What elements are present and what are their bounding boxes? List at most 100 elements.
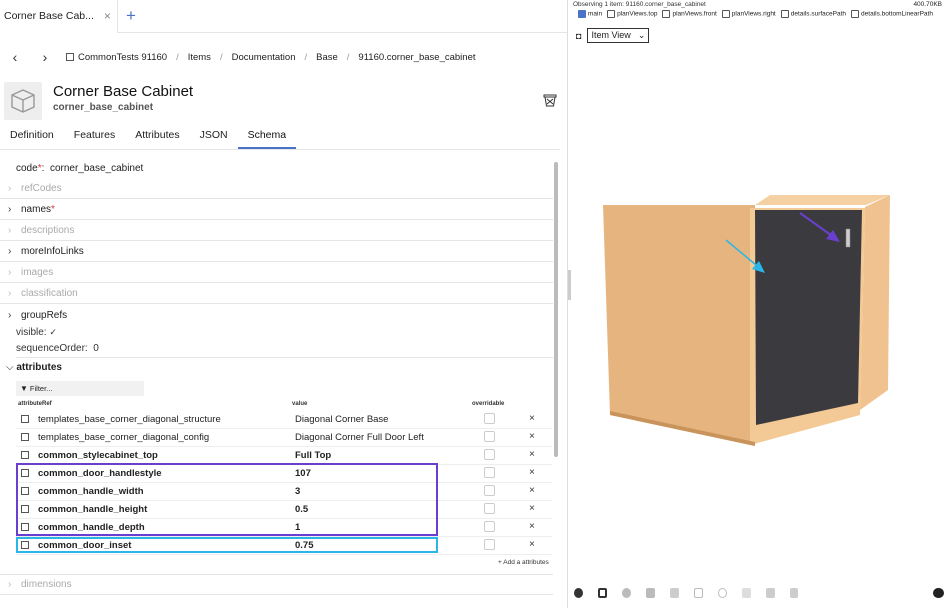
external-link-icon[interactable] [21,451,29,459]
chevron-down-icon: ⌵ [6,362,14,373]
breadcrumb-current: 91160.corner_base_cabinet [358,51,476,63]
section-moreinfolinks[interactable]: › moreInfoLinks [0,241,553,262]
layer-checkbox-planviews-top[interactable]: planViews.top [602,10,657,18]
section-refcodes[interactable]: › refCodes [0,178,553,199]
layer-checkbox-details-surfacepath[interactable]: details.surfacePath [776,10,846,18]
item-tabs: Definition Features Attributes JSON Sche… [0,124,560,150]
add-tab-icon[interactable]: + [126,6,136,26]
tree-icon[interactable] [765,588,775,598]
checkbox-icon [851,10,860,18]
forward-icon[interactable]: › [30,49,60,65]
scrollbar[interactable] [554,162,558,457]
brush-icon[interactable] [669,588,679,598]
breadcrumb: ‹ › CommonTests 91160 / Items / Document… [0,48,476,66]
overridable-checkbox[interactable] [484,521,495,532]
chevron-right-icon: › [8,203,12,215]
sequence-order-value[interactable]: 0 [93,343,99,354]
section-classification[interactable]: › classification [0,283,553,304]
attribute-value[interactable]: Diagonal Corner Full Door Left [295,432,424,443]
cabinet-3d-view[interactable] [570,170,946,530]
section-names[interactable]: › names * [0,199,553,220]
remove-attribute-icon[interactable]: × [529,413,535,424]
image-icon[interactable] [789,588,799,598]
sphere-icon[interactable] [622,588,631,598]
item-header: Corner Base Cabinet corner_base_cabinet [4,82,562,122]
back-icon[interactable]: ‹ [0,49,30,65]
column-value: value [292,401,308,407]
cloud-download-icon[interactable] [933,588,944,598]
tab-bar: Corner Base Cab... × + [0,0,567,33]
viewer-toolbar [574,585,944,601]
remove-attribute-icon[interactable]: × [529,449,535,460]
layer-checkbox-main[interactable]: main [573,10,602,18]
view-selector: ◘ Item View ⌄ [576,28,650,43]
filter-icon: ▼ [20,384,28,393]
layer-checkbox-details-bottomlinearpath[interactable]: details.bottomLinearPath [846,10,933,18]
view-select[interactable]: Item View ⌄ [587,28,650,43]
tab-definition[interactable]: Definition [0,124,64,149]
trash-icon[interactable] [542,92,558,108]
target-icon[interactable] [717,588,727,598]
attribute-value[interactable]: Full Top [295,450,331,461]
cube-icon: ◘ [576,30,582,41]
remove-attribute-icon[interactable]: × [529,539,535,550]
item-editor-pane: Corner Base Cab... × + ‹ › CommonTests 9… [0,0,568,608]
overridable-checkbox[interactable] [484,431,495,442]
tab-corner-base-cabinet[interactable]: Corner Base Cab... × [0,0,118,33]
code-value[interactable]: corner_base_cabinet [50,163,143,174]
section-dimensions[interactable]: › dimensions [0,574,553,595]
tab-schema[interactable]: Schema [237,124,297,149]
checkbox-icon [578,10,586,18]
remove-attribute-icon[interactable]: × [529,467,535,478]
overridable-checkbox[interactable] [484,503,495,514]
list-icon[interactable] [741,588,751,598]
attributes-section-header[interactable]: ⌵ attributes [6,362,62,373]
overridable-checkbox[interactable] [484,485,495,496]
highlight-handle-attributes [16,463,438,536]
filter-input[interactable]: ▼ Filter... [16,381,144,396]
close-icon[interactable]: × [104,9,111,23]
section-descriptions[interactable]: › descriptions [0,220,553,241]
overridable-checkbox[interactable] [484,413,495,424]
tab-title: Corner Base Cab... [4,10,94,22]
breadcrumb-base[interactable]: Base [316,52,338,63]
breadcrumb-catalog[interactable]: CommonTests 91160 [78,52,167,63]
tab-features[interactable]: Features [64,124,125,149]
attribute-value[interactable]: Diagonal Corner Base [295,414,388,425]
tab-json[interactable]: JSON [190,124,238,149]
overridable-checkbox[interactable] [484,467,495,478]
remove-attribute-icon[interactable]: × [529,431,535,442]
viewer-pane: Observing 1 item: 91160.corner_base_cabi… [570,0,946,608]
box-icon[interactable] [646,588,655,598]
chevron-right-icon: › [8,182,12,194]
chevron-right-icon: › [8,287,12,299]
external-link-icon[interactable] [21,433,29,441]
add-attribute-button[interactable]: + Add a attributes [498,559,549,566]
attribute-ref[interactable]: templates_base_corner_diagonal_structure [38,414,221,425]
chevron-right-icon: › [8,310,12,321]
tab-attributes[interactable]: Attributes [125,124,189,149]
section-images[interactable]: › images [0,262,553,283]
chevron-right-icon: › [8,245,12,257]
breadcrumb-items[interactable]: Items [188,52,211,63]
visible-field: visible: ✓ [16,327,57,338]
remove-attribute-icon[interactable]: × [529,521,535,532]
remove-attribute-icon[interactable]: × [529,485,535,496]
overridable-checkbox[interactable] [484,539,495,550]
attribute-ref[interactable]: templates_base_corner_diagonal_config [38,432,209,443]
attribute-row: templates_base_corner_diagonal_config Dia… [16,429,552,447]
visible-check-icon[interactable]: ✓ [49,327,57,337]
overridable-checkbox[interactable] [484,449,495,460]
grid-icon[interactable] [597,588,608,598]
section-grouprefs[interactable]: › groupRefs [0,305,553,326]
layer-checkbox-planviews-right[interactable]: planViews.right [717,10,776,18]
remove-attribute-icon[interactable]: × [529,503,535,514]
palette-icon[interactable] [574,588,583,598]
door-handle [845,228,851,248]
attribute-ref[interactable]: common_stylecabinet_top [38,450,158,461]
chevron-right-icon: › [8,266,12,278]
external-link-icon[interactable] [21,415,29,423]
breadcrumb-documentation[interactable]: Documentation [232,52,296,63]
frame-icon[interactable] [693,588,703,598]
layer-checkbox-planviews-front[interactable]: planViews.front [657,10,717,18]
